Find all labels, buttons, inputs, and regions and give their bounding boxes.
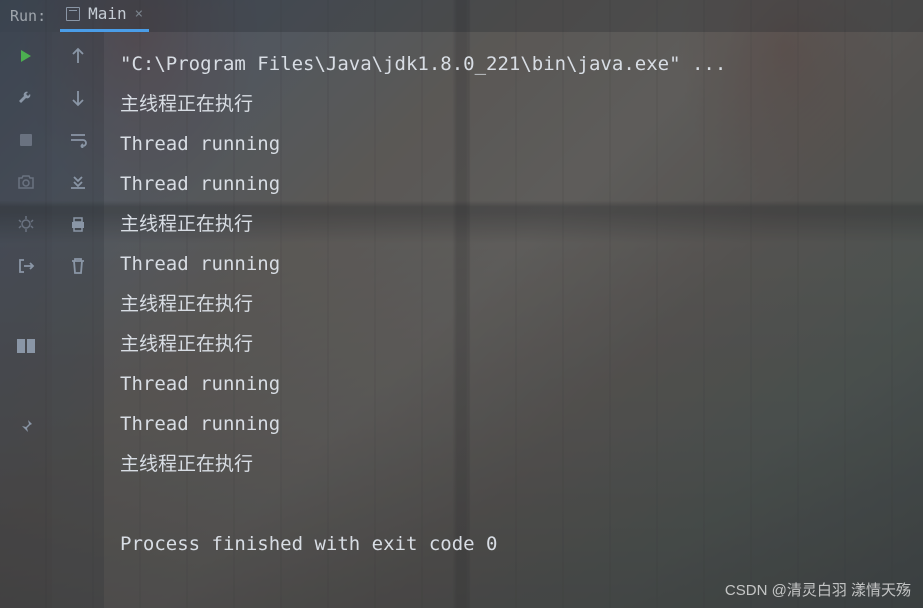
soft-wrap-icon[interactable] [68, 130, 88, 150]
console-line: Thread running [120, 124, 907, 164]
console-output[interactable]: "C:\Program Files\Java\jdk1.8.0_221\bin\… [104, 32, 923, 608]
pin-icon[interactable] [16, 416, 36, 436]
console-line [120, 484, 907, 524]
layout-icon[interactable] [16, 336, 36, 356]
console-line: Thread running [120, 244, 907, 284]
toolbar-mid [52, 32, 104, 608]
wrench-icon[interactable] [16, 88, 36, 108]
run-panel-body: "C:\Program Files\Java\jdk1.8.0_221\bin\… [0, 32, 923, 608]
up-arrow-icon[interactable] [68, 46, 88, 66]
console-line: "C:\Program Files\Java\jdk1.8.0_221\bin\… [120, 44, 907, 84]
watermark: CSDN @清灵白羽 漾情天殇 [725, 579, 911, 600]
console-line: 主线程正在执行 [120, 444, 907, 484]
run-tab-main[interactable]: Main × [60, 0, 149, 32]
down-arrow-icon[interactable] [68, 88, 88, 108]
console-line: Thread running [120, 364, 907, 404]
run-label: Run: [10, 7, 46, 25]
scroll-to-end-icon[interactable] [68, 172, 88, 192]
exit-icon[interactable] [16, 256, 36, 276]
tab-label: Main [88, 4, 127, 23]
trash-icon[interactable] [68, 256, 88, 276]
console-line: Thread running [120, 164, 907, 204]
rerun-button[interactable] [16, 46, 36, 66]
close-icon[interactable]: × [135, 6, 143, 22]
console-line: 主线程正在执行 [120, 204, 907, 244]
print-icon[interactable] [68, 214, 88, 234]
toolbar-left [0, 32, 52, 608]
app-window-icon [66, 7, 80, 21]
run-panel-header: Run: Main × [0, 0, 923, 32]
console-line: 主线程正在执行 [120, 84, 907, 124]
console-line: 主线程正在执行 [120, 284, 907, 324]
stop-button[interactable] [16, 130, 36, 150]
console-line: 主线程正在执行 [120, 324, 907, 364]
debug-icon[interactable] [16, 214, 36, 234]
console-line: Thread running [120, 404, 907, 444]
console-line: Process finished with exit code 0 [120, 524, 907, 564]
camera-icon[interactable] [16, 172, 36, 192]
